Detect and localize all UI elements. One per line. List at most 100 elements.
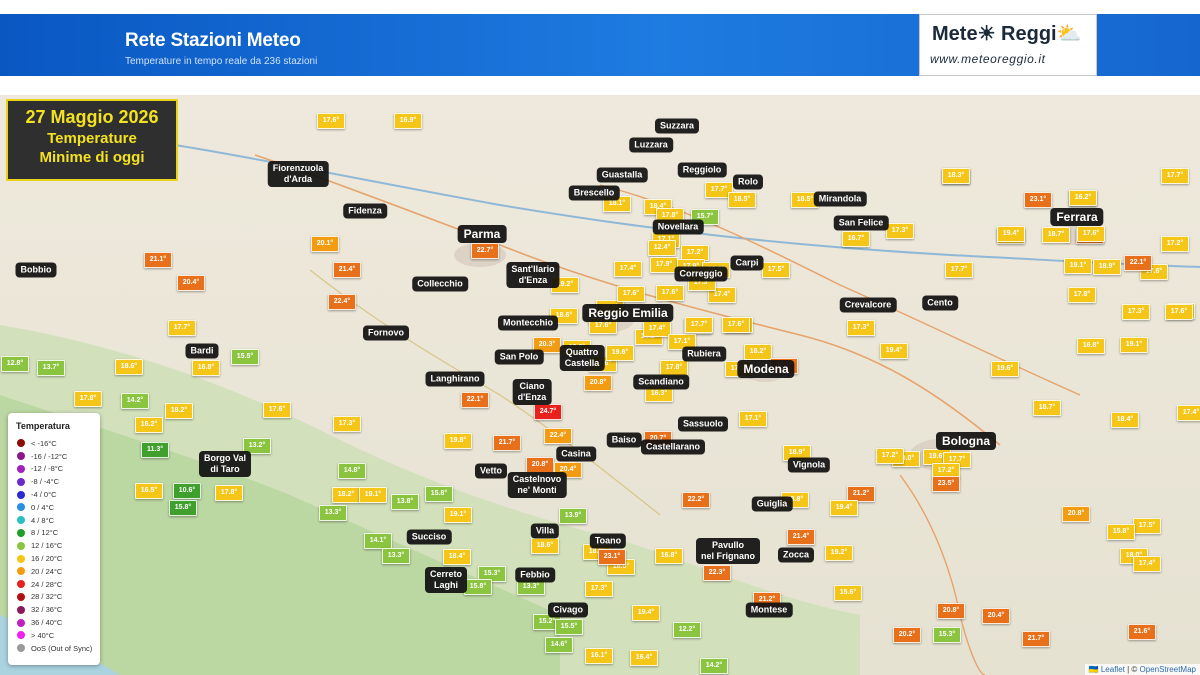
temperature-marker[interactable]: 16.9° bbox=[394, 113, 422, 129]
temperature-marker[interactable]: 13.7° bbox=[37, 360, 65, 376]
temperature-marker[interactable]: 17.3° bbox=[585, 581, 613, 597]
temperature-marker[interactable]: 19.2° bbox=[825, 545, 853, 561]
temperature-marker[interactable]: 20.8° bbox=[584, 375, 612, 391]
temperature-marker[interactable]: 17.8° bbox=[74, 391, 102, 407]
temperature-marker[interactable]: 13.9° bbox=[559, 508, 587, 524]
temperature-marker[interactable]: 19.1° bbox=[1064, 258, 1092, 274]
temperature-marker[interactable]: 14.2° bbox=[700, 658, 728, 674]
temperature-marker[interactable]: 22.4° bbox=[328, 294, 356, 310]
temperature-marker[interactable]: 17.6° bbox=[1165, 304, 1193, 320]
temperature-marker[interactable]: 17.8° bbox=[215, 485, 243, 501]
temperature-marker[interactable]: 20.8° bbox=[526, 457, 554, 473]
temperature-marker[interactable]: 17.6° bbox=[656, 285, 684, 301]
temperature-marker[interactable]: 17.4° bbox=[614, 261, 642, 277]
temperature-marker[interactable]: 17.3° bbox=[1122, 304, 1150, 320]
temperature-marker[interactable]: 22.1° bbox=[461, 392, 489, 408]
temperature-marker[interactable]: 17.7° bbox=[1161, 168, 1189, 184]
temperature-marker[interactable]: 21.1° bbox=[144, 252, 172, 268]
temperature-marker[interactable]: 17.4° bbox=[1133, 556, 1161, 572]
temperature-marker[interactable]: 18.6° bbox=[531, 538, 559, 554]
temperature-marker[interactable]: 16.8° bbox=[655, 548, 683, 564]
temperature-marker[interactable]: 17.3° bbox=[333, 416, 361, 432]
temperature-marker[interactable]: 16.1° bbox=[585, 648, 613, 664]
temperature-marker[interactable]: 18.2° bbox=[744, 344, 772, 360]
temperature-marker[interactable]: 17.4° bbox=[643, 321, 671, 337]
temperature-marker[interactable]: 16.7° bbox=[842, 231, 870, 247]
temperature-marker[interactable]: 17.2° bbox=[876, 448, 904, 464]
temperature-marker[interactable]: 20.2° bbox=[893, 627, 921, 643]
temperature-marker[interactable]: 14.1° bbox=[364, 533, 392, 549]
leaflet-link[interactable]: 🇺🇦 Leaflet bbox=[1089, 665, 1125, 674]
temperature-marker[interactable]: 22.7° bbox=[471, 243, 499, 259]
temperature-marker[interactable]: 17.3° bbox=[886, 223, 914, 239]
temperature-marker[interactable]: 24.7° bbox=[534, 404, 562, 420]
osm-link[interactable]: OpenStreetMap bbox=[1140, 665, 1196, 674]
temperature-marker[interactable]: 21.6° bbox=[1128, 624, 1156, 640]
temperature-marker[interactable]: 19.1° bbox=[1120, 337, 1148, 353]
temperature-marker[interactable]: 15.8° bbox=[425, 486, 453, 502]
temperature-marker[interactable]: 15.8° bbox=[1107, 524, 1135, 540]
temperature-marker[interactable]: 18.9° bbox=[1093, 259, 1121, 275]
temperature-marker[interactable]: 15.5° bbox=[231, 349, 259, 365]
temperature-marker[interactable]: 18.2° bbox=[165, 403, 193, 419]
temperature-marker[interactable]: 17.4° bbox=[1177, 405, 1200, 421]
temperature-marker[interactable]: 23.1° bbox=[1024, 192, 1052, 208]
temperature-marker[interactable]: 22.1° bbox=[1124, 255, 1152, 271]
temperature-marker[interactable]: 15.3° bbox=[933, 627, 961, 643]
temperature-marker[interactable]: 15.5° bbox=[555, 619, 583, 635]
temperature-marker[interactable]: 17.7° bbox=[685, 317, 713, 333]
temperature-marker[interactable]: 12.8° bbox=[1, 356, 29, 372]
temperature-marker[interactable]: 16.4° bbox=[630, 650, 658, 666]
temperature-marker[interactable]: 17.6° bbox=[1077, 226, 1105, 242]
temperature-marker[interactable]: 20.4° bbox=[177, 275, 205, 291]
temperature-marker[interactable]: 23.1° bbox=[598, 549, 626, 565]
temperature-marker[interactable]: 17.2° bbox=[1161, 236, 1189, 252]
temperature-marker[interactable]: 13.8° bbox=[391, 494, 419, 510]
temperature-marker[interactable]: 18.7° bbox=[1033, 400, 1061, 416]
temperature-marker[interactable]: 15.8° bbox=[464, 579, 492, 595]
temperature-marker[interactable]: 19.4° bbox=[632, 605, 660, 621]
temperature-marker[interactable]: 22.3° bbox=[703, 565, 731, 581]
temperature-marker[interactable]: 20.8° bbox=[1062, 506, 1090, 522]
temperature-marker[interactable]: 18.4° bbox=[443, 549, 471, 565]
temperature-marker[interactable]: 18.4° bbox=[1111, 412, 1139, 428]
temperature-marker[interactable]: 10.6° bbox=[173, 483, 201, 499]
temperature-marker[interactable]: 22.4° bbox=[544, 428, 572, 444]
temperature-marker[interactable]: 20.4° bbox=[982, 608, 1010, 624]
temperature-marker[interactable]: 20.1° bbox=[311, 236, 339, 252]
temperature-marker[interactable]: 17.7° bbox=[945, 262, 973, 278]
temperature-marker[interactable]: 19.6° bbox=[991, 361, 1019, 377]
temperature-marker[interactable]: 22.2° bbox=[682, 492, 710, 508]
temperature-marker[interactable]: 17.6° bbox=[722, 317, 750, 333]
temperature-marker[interactable]: 14.2° bbox=[121, 393, 149, 409]
temperature-marker[interactable]: 17.6° bbox=[617, 286, 645, 302]
temperature-marker[interactable]: 18.5° bbox=[728, 192, 756, 208]
temperature-marker[interactable]: 19.4° bbox=[830, 500, 858, 516]
temperature-marker[interactable]: 12.4° bbox=[648, 240, 676, 256]
temperature-marker[interactable]: 19.1° bbox=[359, 487, 387, 503]
temperature-marker[interactable]: 16.2° bbox=[135, 417, 163, 433]
temperature-marker[interactable]: 16.5° bbox=[135, 483, 163, 499]
temperature-marker[interactable]: 17.5° bbox=[1133, 518, 1161, 534]
temperature-marker[interactable]: 19.1° bbox=[444, 507, 472, 523]
temperature-marker[interactable]: 17.3° bbox=[847, 320, 875, 336]
temperature-marker[interactable]: 18.7° bbox=[1042, 227, 1070, 243]
temperature-marker[interactable]: 17.5° bbox=[762, 262, 790, 278]
temperature-marker[interactable]: 16.8° bbox=[192, 360, 220, 376]
temperature-marker[interactable]: 17.6° bbox=[317, 113, 345, 129]
temperature-marker[interactable]: 21.4° bbox=[333, 262, 361, 278]
temperature-marker[interactable]: 15.6° bbox=[834, 585, 862, 601]
temperature-marker[interactable]: 16.2° bbox=[1069, 190, 1097, 206]
temperature-marker[interactable]: 14.6° bbox=[545, 637, 573, 653]
temperature-marker[interactable]: 16.8° bbox=[1077, 338, 1105, 354]
temperature-marker[interactable]: 18.3° bbox=[942, 168, 970, 184]
temperature-marker[interactable]: 19.8° bbox=[444, 433, 472, 449]
temperature-marker[interactable]: 18.2° bbox=[332, 487, 360, 503]
temperature-marker[interactable]: 21.4° bbox=[787, 529, 815, 545]
temperature-marker[interactable]: 17.6° bbox=[263, 402, 291, 418]
temperature-marker[interactable]: 20.8° bbox=[937, 603, 965, 619]
temperature-marker[interactable]: 19.4° bbox=[997, 226, 1025, 242]
temperature-marker[interactable]: 17.1° bbox=[739, 411, 767, 427]
temperature-marker[interactable]: 13.3° bbox=[319, 505, 347, 521]
meteoreggio-logo[interactable]: Mete☀ Reggi⛅ www.meteoreggio.it bbox=[919, 14, 1097, 76]
